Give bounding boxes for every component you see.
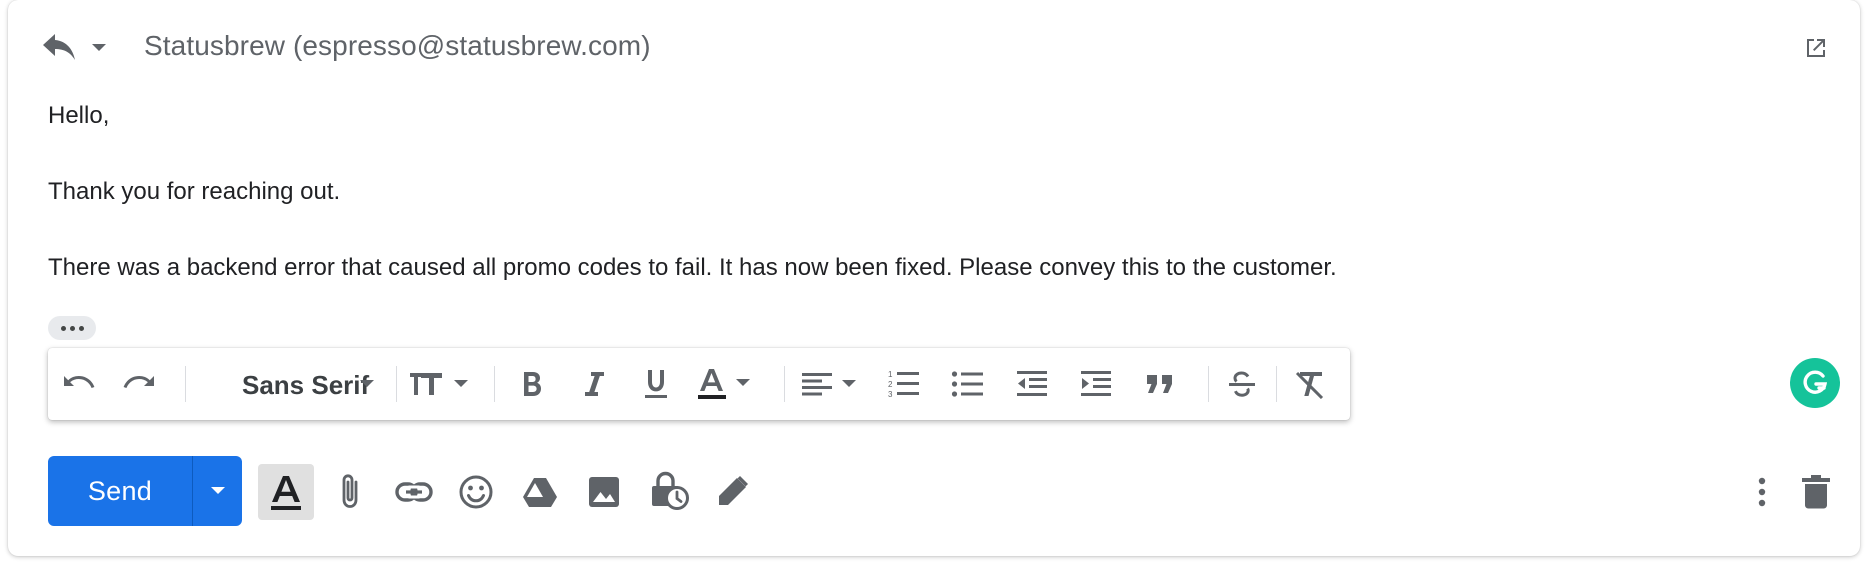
- text-color-icon[interactable]: [698, 364, 762, 404]
- schedule-send-dropdown[interactable]: [193, 456, 242, 526]
- compose-window: Statusbrew (espresso@statusbrew.com) Hel…: [8, 0, 1860, 556]
- svg-text:1: 1: [888, 370, 893, 379]
- undo-icon[interactable]: [58, 366, 98, 402]
- grammarly-icon[interactable]: [1790, 358, 1840, 408]
- quote-icon[interactable]: [1140, 366, 1180, 402]
- bulleted-list-icon[interactable]: [948, 364, 988, 404]
- attach-icon[interactable]: [328, 470, 372, 514]
- link-icon[interactable]: [390, 470, 438, 514]
- message-line-1[interactable]: Thank you for reaching out.: [48, 178, 340, 206]
- redo-icon[interactable]: [120, 366, 160, 402]
- more-options-icon[interactable]: [1750, 472, 1774, 512]
- font-family-select[interactable]: Sans Serif: [242, 370, 369, 401]
- show-trimmed-content-button[interactable]: [48, 316, 96, 340]
- reply-options-icon[interactable]: [86, 36, 112, 60]
- reply-icon[interactable]: [36, 24, 82, 70]
- formatting-toolbar: Sans Serif 123: [48, 348, 1350, 420]
- signature-icon[interactable]: [710, 470, 754, 514]
- formatting-options-icon[interactable]: [258, 464, 314, 520]
- svg-text:3: 3: [888, 390, 893, 399]
- popout-icon[interactable]: [1802, 34, 1830, 62]
- indent-more-icon[interactable]: [1076, 364, 1116, 404]
- bold-icon[interactable]: [514, 366, 550, 402]
- remove-formatting-icon[interactable]: [1290, 366, 1330, 402]
- font-dropdown-icon[interactable]: [356, 376, 378, 392]
- message-line-2[interactable]: There was a backend error that caused al…: [48, 254, 1337, 282]
- underline-icon[interactable]: [638, 364, 674, 404]
- from-address[interactable]: Statusbrew (espresso@statusbrew.com): [144, 30, 651, 62]
- message-greeting[interactable]: Hello,: [48, 102, 109, 130]
- numbered-list-icon[interactable]: 123: [884, 364, 924, 404]
- drive-icon[interactable]: [518, 470, 562, 514]
- send-button[interactable]: Send: [48, 456, 192, 526]
- strikethrough-icon[interactable]: [1222, 366, 1262, 402]
- confidential-icon[interactable]: [646, 468, 692, 514]
- svg-text:2: 2: [888, 380, 893, 389]
- trash-icon[interactable]: [1796, 470, 1836, 514]
- photo-icon[interactable]: [582, 470, 626, 514]
- indent-less-icon[interactable]: [1012, 364, 1052, 404]
- italic-icon[interactable]: [576, 366, 612, 402]
- font-size-icon[interactable]: [408, 366, 472, 402]
- align-icon[interactable]: [800, 366, 864, 402]
- chevron-down-icon: [210, 487, 225, 494]
- emoji-icon[interactable]: [454, 470, 498, 514]
